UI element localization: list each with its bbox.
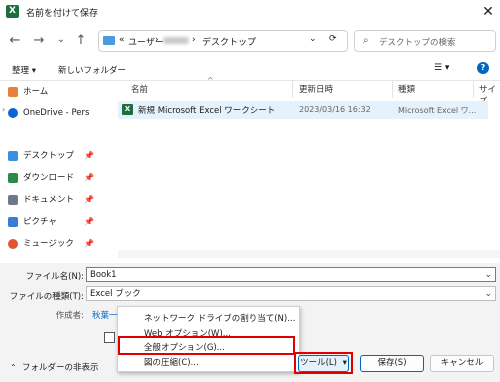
menu-item-map-network-drive[interactable]: ネットワーク ドライブの割り当て(N)... <box>118 311 297 327</box>
sidebar-item-label: OneDrive - Pers <box>23 108 90 118</box>
back-arrow-icon[interactable]: ← <box>6 32 24 50</box>
chevron-down-icon[interactable]: ⌄ <box>309 34 317 44</box>
music-icon <box>8 238 18 249</box>
chevron-down-icon[interactable]: ⌄ <box>484 268 492 283</box>
pin-icon: 📌 <box>84 239 94 248</box>
recent-dropdown-icon[interactable]: ⌄ <box>52 31 70 49</box>
general-options-highlight <box>118 336 295 355</box>
sort-arrow-icon: ^ <box>207 76 214 85</box>
sidebar-item-desktop[interactable]: デスクトップ 📌 <box>8 147 102 165</box>
dropdown-arrow-icon: ▾ <box>342 358 347 368</box>
filetype-select[interactable]: Excel ブック ⌄ <box>86 286 496 301</box>
sidebar-item-music[interactable]: ミュージック 📌 <box>8 235 102 253</box>
table-row[interactable]: X 新規 Microsoft Excel ワークシート 2023/03/16 1… <box>118 101 488 119</box>
document-icon <box>8 194 18 205</box>
sidebar-item-onedrive[interactable]: OneDrive - Pers <box>8 104 102 122</box>
desktop-folder-icon <box>103 36 115 45</box>
search-icon: ⌕ <box>363 35 369 46</box>
up-arrow-icon[interactable]: ↑ <box>72 32 90 50</box>
search-box[interactable]: ⌕ デスクトップの検索 <box>354 30 496 52</box>
sidebar-item-pictures[interactable]: ピクチャ 📌 <box>8 213 102 231</box>
hide-folders-button[interactable]: フォルダーの非表示 <box>22 361 99 373</box>
breadcrumb-separator: › <box>192 35 196 45</box>
filename-field[interactable]: Book1 ⌄ <box>86 267 496 282</box>
column-separator[interactable] <box>473 80 474 98</box>
excel-file-icon: X <box>122 104 133 115</box>
navigation-pane: › ホーム OneDrive - Pers デスクトップ 📌 ダウンロード 📌 ドキ… <box>0 81 104 263</box>
expand-chevron-icon[interactable]: › <box>2 105 5 114</box>
desktop-icon <box>8 150 18 161</box>
sidebar-item-label: ダウンロード <box>23 173 75 183</box>
tools-button-label: ツール(L) <box>300 358 337 368</box>
help-icon[interactable]: ? <box>477 62 489 74</box>
address-bar[interactable]: « ユーザー › › デスクトップ ⌄ ⟳ <box>98 30 348 52</box>
column-header-type[interactable]: 種類 <box>398 83 415 95</box>
sidebar-item-label: デスクトップ <box>23 151 75 161</box>
sidebar-item-downloads[interactable]: ダウンロード 📌 <box>8 169 102 187</box>
column-header-name[interactable]: 名前 <box>131 83 148 95</box>
view-options-button[interactable]: ☰ ▾ <box>434 63 449 73</box>
sidebar-item-label: ミュージック <box>23 239 74 249</box>
horizontal-scrollbar[interactable] <box>118 250 500 258</box>
column-header-date[interactable]: 更新日時 <box>299 83 333 95</box>
file-type: Microsoft Excel ワ... <box>398 106 477 115</box>
author-label: 作成者: <box>55 311 84 321</box>
tools-button[interactable]: ツール(L) ▾ <box>298 355 349 372</box>
filename-label: ファイル名(N): <box>25 272 84 282</box>
redacted-username <box>163 37 189 44</box>
pin-icon: 📌 <box>84 151 94 160</box>
breadcrumb-overflow[interactable]: « <box>119 35 125 45</box>
chevron-down-icon[interactable]: ⌄ <box>484 287 492 302</box>
excel-app-icon: X <box>6 5 19 18</box>
refresh-icon[interactable]: ⟳ <box>329 34 337 44</box>
save-button[interactable]: 保存(S) <box>360 355 424 372</box>
picture-icon <box>8 216 18 227</box>
forward-arrow-icon[interactable]: → <box>30 32 48 50</box>
menu-item-compress-pictures[interactable]: 図の圧縮(C)... <box>118 355 297 371</box>
home-icon <box>8 86 18 97</box>
column-separator[interactable] <box>392 80 393 98</box>
organize-button[interactable]: 整理 ▾ <box>12 64 36 76</box>
sidebar-item-label: ドキュメント <box>23 195 75 205</box>
filetype-value: Excel ブック <box>90 289 141 299</box>
title-bar: X 名前を付けて保存 ✕ <box>0 0 500 24</box>
column-separator[interactable] <box>292 80 293 98</box>
breadcrumb-desktop[interactable]: デスクトップ <box>202 35 256 48</box>
breadcrumb-separator: › <box>155 35 159 45</box>
file-name: 新規 Microsoft Excel ワークシート <box>138 106 276 116</box>
cancel-button[interactable]: キャンセル <box>430 355 494 372</box>
window-title: 名前を付けて保存 <box>26 9 99 19</box>
cloud-icon <box>8 107 18 118</box>
new-folder-button[interactable]: 新しいフォルダー <box>58 64 126 76</box>
pin-icon: 📌 <box>84 195 94 204</box>
thumbnail-checkbox[interactable] <box>104 332 115 343</box>
sidebar-item-documents[interactable]: ドキュメント 📌 <box>8 191 102 209</box>
pin-icon: 📌 <box>84 217 94 226</box>
close-button[interactable]: ✕ <box>478 2 498 22</box>
filename-value: Book1 <box>90 270 117 280</box>
file-date: 2023/03/16 16:32 <box>299 105 371 114</box>
filetype-label: ファイルの種類(T): <box>9 292 84 302</box>
author-value[interactable]: 秋葉一 <box>92 309 118 321</box>
sidebar-item-home[interactable]: ホーム <box>8 83 102 101</box>
sidebar-item-label: ピクチャ <box>23 217 57 227</box>
download-icon <box>8 172 18 183</box>
search-placeholder: デスクトップの検索 <box>379 38 456 48</box>
chevron-up-icon[interactable]: ⌃ <box>10 363 17 372</box>
sidebar-item-label: ホーム <box>23 87 49 97</box>
pin-icon: 📌 <box>84 173 94 182</box>
